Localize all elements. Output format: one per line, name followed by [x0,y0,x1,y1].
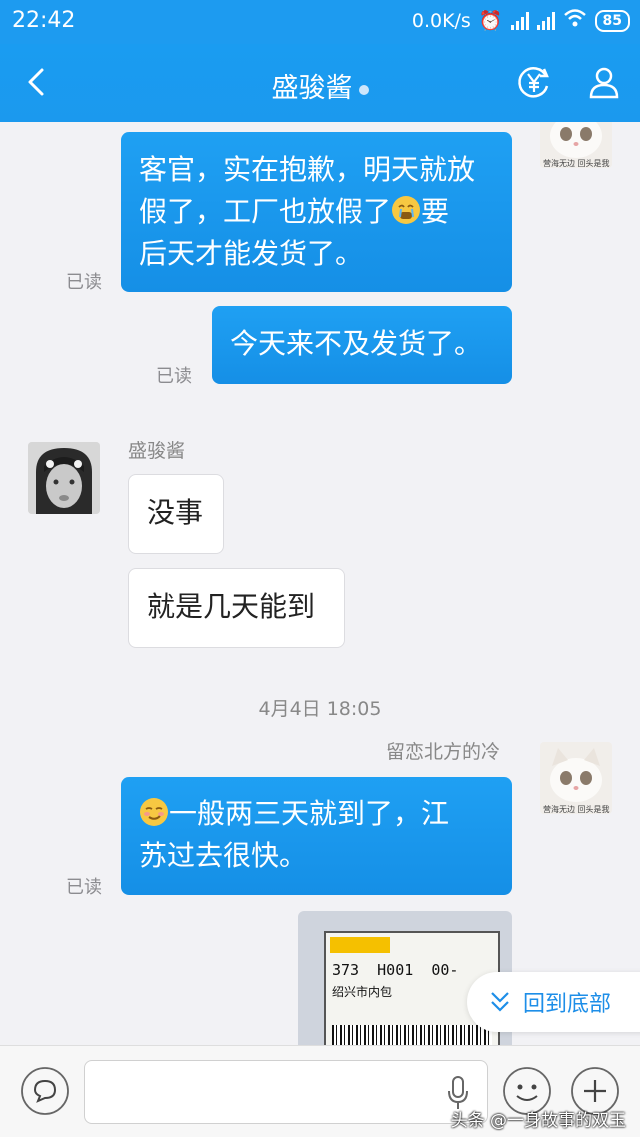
contact-avatar-image [28,442,100,514]
label-code: 373 H001 00- [332,961,459,979]
profile-icon[interactable] [586,64,622,100]
online-dot [358,84,369,95]
contact-avatar[interactable] [28,442,100,514]
label-logo [330,937,390,953]
message-text: 一般两三天就到了，江 [169,797,450,830]
message-text-line: 假了，工厂也放假了要 [139,191,494,233]
signal-hd-icon [536,11,555,30]
sender-name: 盛骏酱 [128,440,186,462]
wifi-icon [563,8,587,33]
sender-name: 留恋北方的冷 [386,741,501,763]
contact-name: 盛骏酱 [271,73,353,104]
chat-timestamp: 4月4日 18:05 [258,698,382,720]
message-text: 就是几天能到 [147,590,316,623]
watermark: 头条 @一身故事的双玉 [450,1111,626,1131]
crying-face-emoji-icon [392,196,421,224]
back-to-bottom-button[interactable]: 回到底部 [467,972,640,1032]
message-text: 客官，实在抱歉，明天就放 [139,153,476,186]
status-bar: 22:42 0.0K/s ⏰ 85 [0,0,640,44]
label-region: 绍兴市内包 [332,985,393,999]
back-to-bottom-label: 回到底部 [523,992,612,1017]
double-chevron-down-icon [491,992,509,1012]
alarm-icon: ⏰ [478,10,503,32]
message-text: 没事 [147,496,204,529]
message-bubble-incoming[interactable]: 就是几天能到 [128,568,345,648]
message-bubble-incoming[interactable]: 没事 [128,474,224,554]
message-text: 假了，工厂也放假了 [139,195,392,228]
read-receipt: 已读 [66,272,102,293]
cat-avatar-caption-1: 营海无边 回头是我 [543,159,610,168]
battery-icon: 85 [594,9,630,32]
message-text: 今天来不及发货了。 [230,327,483,360]
message-text: 后天才能发货了。 [139,237,364,270]
message-bubble-outgoing[interactable]: 客官，实在抱歉，明天就放 假了，工厂也放假了要 后天才能发货了。 [121,132,512,292]
status-time: 22:42 [12,8,76,33]
yuan-coin-icon[interactable] [516,64,552,100]
status-icons: 0.0K/s ⏰ 85 [412,8,630,33]
read-receipt: 已读 [156,366,192,387]
message-text: 要 [421,195,450,228]
label-barcode [332,1025,492,1045]
read-receipt: 已读 [66,877,102,898]
message-text-line: 一般两三天就到了，江 [139,793,494,835]
chat-bubble-icon[interactable] [20,1066,70,1116]
chat-messages[interactable]: 营海无边 回头是我 客官，实在抱歉，明天就放 假了，工厂也放假了要 后天才能发货… [0,122,640,1045]
net-speed: 0.0K/s [411,9,471,32]
signal-icon [510,11,529,30]
message-bubble-outgoing[interactable]: 一般两三天就到了，江 苏过去很快。 [121,777,512,895]
message-text: 苏过去很快。 [139,839,308,872]
cat-avatar-caption-2: 营海无边 回头是我 [543,805,610,814]
message-input[interactable] [84,1060,488,1124]
message-bubble-outgoing[interactable]: 今天来不及发货了。 [212,306,512,384]
chat-header: 盛骏酱 [0,44,640,122]
smirking-face-emoji-icon [140,798,168,826]
